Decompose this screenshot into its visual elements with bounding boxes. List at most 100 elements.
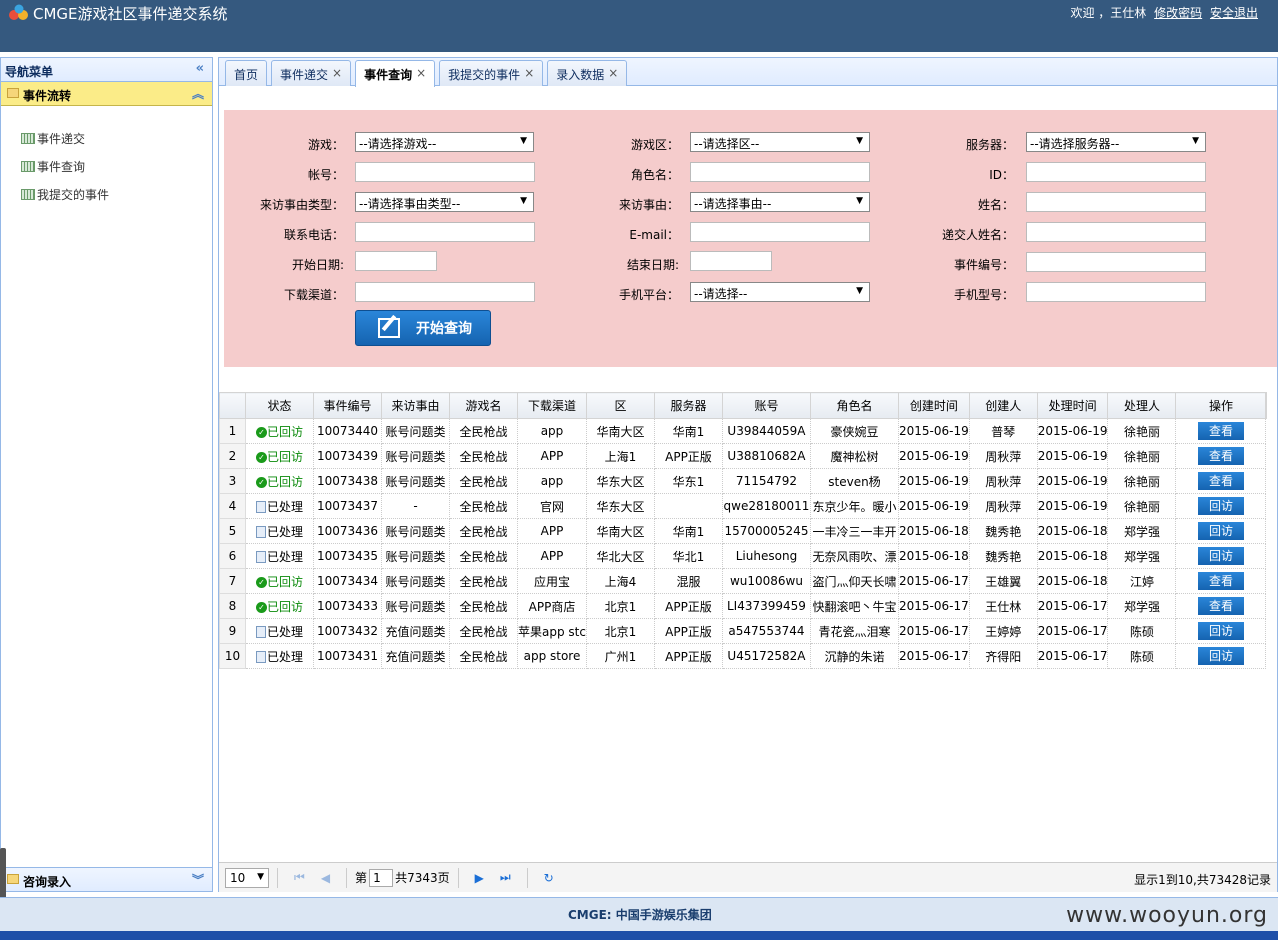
column-header[interactable]: 游戏名 <box>449 392 518 419</box>
tab-my-events[interactable]: 我提交的事件 × <box>439 60 544 86</box>
action-cell: 查看 <box>1175 418 1267 444</box>
table-row[interactable]: 4 已处理 10073437- 全民枪战 官网 华东大区 qwe28180011 东京少年。暖… <box>219 493 1267 519</box>
tab-label: 事件查询 <box>364 68 413 82</box>
tab-query-event[interactable]: 事件查询 × <box>355 60 436 87</box>
cell-creator: 普琴 <box>968 418 1038 444</box>
revisit-button[interactable]: 回访 <box>1197 622 1244 640</box>
chevron-down-icon[interactable]: ︾ <box>192 871 204 888</box>
close-icon[interactable]: × <box>416 66 426 82</box>
change-password-link[interactable]: 修改密码 <box>1154 6 1202 20</box>
logout-link[interactable]: 安全退出 <box>1210 6 1258 20</box>
table-row[interactable]: 6 已处理 10073435 账号问题类 全民枪战 APP 华北大区 华北1 Liuhesong… <box>219 543 1267 569</box>
cell-id: 10073436 <box>313 518 382 544</box>
view-button[interactable]: 查看 <box>1197 572 1244 590</box>
cell-creator: 齐得阳 <box>968 643 1038 669</box>
cell-game: 全民枪战 <box>449 418 518 444</box>
accordion-consult-entry[interactable]: 咨询录入 ︾ <box>1 867 212 891</box>
start-date-input[interactable] <box>355 251 437 271</box>
table-row[interactable]: 2 ✓ 已回访 10073439 账号问题类 全民枪战 APP 上海1 APP正版 U388106… <box>219 443 1267 469</box>
visit-type-select[interactable]: --请选择事由类型-- <box>355 192 534 212</box>
cell-game: 全民枪战 <box>449 493 518 519</box>
revisit-button[interactable]: 回访 <box>1197 547 1244 565</box>
close-icon[interactable]: × <box>524 66 534 81</box>
os-taskbar <box>0 931 1278 940</box>
chevron-up-icon[interactable]: ︽ <box>192 85 204 102</box>
accordion-event-flow[interactable]: 事件流转 ︽ <box>1 82 212 106</box>
submitter-input[interactable] <box>1026 222 1206 242</box>
pagination-bar: 10 ⏮ ◀ 第 1 共7343页 ▶ ⏭ ↻ 显示1到10,共73428记录 <box>219 862 1277 892</box>
column-header[interactable]: 创建人 <box>968 392 1038 419</box>
page-size-select[interactable]: 10 <box>225 867 269 888</box>
view-button[interactable]: 查看 <box>1197 472 1244 490</box>
view-button[interactable]: 查看 <box>1197 597 1244 615</box>
role-input[interactable] <box>690 162 870 182</box>
collapse-left-icon[interactable]: « <box>196 61 204 76</box>
refresh-icon[interactable]: ↻ <box>544 871 554 885</box>
column-header[interactable]: 角色名 <box>809 392 899 419</box>
column-header[interactable]: 操作 <box>1175 392 1267 419</box>
revisit-button[interactable]: 回访 <box>1197 522 1244 540</box>
cell-zone: 北京1 <box>585 618 655 644</box>
search-button[interactable]: 开始查询 <box>355 310 491 346</box>
model-input[interactable] <box>1026 282 1206 302</box>
table-row[interactable]: 3 ✓ 已回访 10073438 账号问题类 全民枪战 app 华东大区 华东1 71154792… <box>219 468 1267 494</box>
revisit-button[interactable]: 回访 <box>1197 497 1244 515</box>
page-number-input[interactable]: 1 <box>369 868 394 887</box>
table-row[interactable]: 10 已处理 10073431 充值问题类 全民枪战 app store 广州1 APP正版 U… <box>219 643 1267 669</box>
column-header[interactable]: 下载渠道 <box>517 392 587 419</box>
column-header[interactable]: 创建时间 <box>897 392 970 419</box>
visit-reason-select[interactable]: --请选择事由-- <box>690 192 870 212</box>
row-number: 4 <box>219 493 246 519</box>
sidebar-item-label: 我提交的事件 <box>37 187 110 202</box>
zone-select[interactable]: --请选择区-- <box>690 132 870 152</box>
first-page-icon[interactable]: ⏮ <box>294 870 305 885</box>
name-input[interactable] <box>1026 192 1206 212</box>
cell-handler: 徐艳丽 <box>1107 468 1177 494</box>
server-select[interactable]: --请选择服务器-- <box>1026 132 1206 152</box>
table-row[interactable]: 1 ✓ 已回访 10073440 账号问题类 全民枪战 app 华南大区 华南1 U3984405… <box>219 418 1267 444</box>
end-date-input[interactable] <box>690 251 772 271</box>
sidebar-item-submit-event[interactable]: 事件递交 <box>1 124 212 152</box>
phone-input[interactable] <box>355 222 535 242</box>
filler-cell <box>1266 619 1267 644</box>
table-row[interactable]: 9 已处理 10073432 充值问题类 全民枪战 苹果app stc 北京1 APP正版 a5… <box>219 618 1267 644</box>
tab-label: 录入数据 <box>556 68 605 82</box>
channel-input[interactable] <box>355 282 535 302</box>
id-input[interactable] <box>1026 162 1206 182</box>
next-page-icon[interactable]: ▶ <box>475 871 484 885</box>
tab-submit-event[interactable]: 事件递交 × <box>271 60 352 86</box>
table-row[interactable]: 7 ✓ 已回访 10073434 账号问题类 全民枪战 应用宝 上海4 混服 wu10086wu 盗… <box>219 568 1267 594</box>
cell-ptime: 2015-06-18 <box>1036 543 1109 569</box>
sidebar-item-query-event[interactable]: 事件查询 <box>1 152 212 180</box>
last-page-icon[interactable]: ⏭ <box>500 870 511 885</box>
column-header[interactable]: 处理时间 <box>1036 392 1109 419</box>
close-icon[interactable]: × <box>332 66 342 81</box>
tab-entry-data[interactable]: 录入数据 × <box>547 60 628 86</box>
column-header[interactable]: 处理人 <box>1107 392 1177 419</box>
filler-cell <box>1266 419 1267 444</box>
revisit-button[interactable]: 回访 <box>1197 647 1244 665</box>
prev-page-icon[interactable]: ◀ <box>321 871 330 885</box>
sidebar-item-my-events[interactable]: 我提交的事件 <box>1 180 212 208</box>
column-header[interactable]: 区 <box>585 392 655 419</box>
event-no-input[interactable] <box>1026 252 1206 272</box>
tab-home[interactable]: 首页 <box>225 60 268 86</box>
column-header[interactable]: 来访事由 <box>381 392 450 419</box>
folder-icon <box>7 874 19 884</box>
resize-handle[interactable] <box>0 848 6 904</box>
column-header[interactable]: 账号 <box>721 392 811 419</box>
game-select[interactable]: --请选择游戏-- <box>355 132 534 152</box>
view-button[interactable]: 查看 <box>1197 447 1244 465</box>
row-number: 10 <box>219 643 246 669</box>
table-row[interactable]: 5 已处理 10073436 账号问题类 全民枪战 APP 华南大区 华南1 157000052… <box>219 518 1267 544</box>
column-header[interactable]: 状态 <box>245 392 314 419</box>
email-input[interactable] <box>690 222 870 242</box>
close-icon[interactable]: × <box>608 66 618 81</box>
cell-account: U38810682A <box>721 443 811 469</box>
column-header[interactable]: 服务器 <box>653 392 723 419</box>
column-header[interactable]: 事件编号 <box>313 392 382 419</box>
table-row[interactable]: 8 ✓ 已回访 10073433 账号问题类 全民枪战 APP商店 北京1 APP正版 LI437… <box>219 593 1267 619</box>
view-button[interactable]: 查看 <box>1197 422 1244 440</box>
platform-select[interactable]: --请选择-- <box>690 282 870 302</box>
account-input[interactable] <box>355 162 535 182</box>
